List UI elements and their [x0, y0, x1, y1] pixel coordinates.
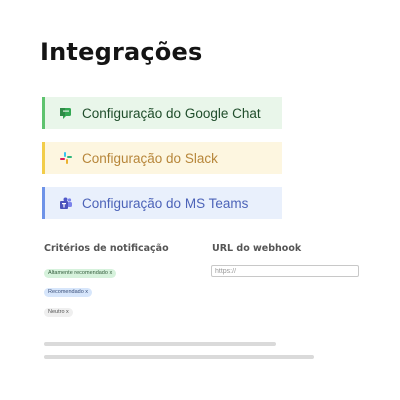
google-chat-config-label: Configuração do Google Chat	[82, 105, 261, 121]
webhook-url-label: URL do webhook	[212, 243, 302, 254]
google-chat-config-button[interactable]: Configuração do Google Chat	[42, 97, 282, 129]
ms-teams-icon	[59, 196, 73, 210]
slack-config-label: Configuração do Slack	[82, 150, 218, 166]
criteria-chip-highly-recommended[interactable]: Altamente recomendado x	[44, 269, 117, 278]
ms-teams-config-label: Configuração do MS Teams	[82, 195, 249, 211]
criteria-chip-recommended[interactable]: Recomendado x	[44, 288, 93, 297]
slack-config-button[interactable]: Configuração do Slack	[42, 142, 282, 174]
webhook-url-input[interactable]	[211, 265, 359, 277]
google-chat-icon	[59, 106, 73, 120]
notification-criteria-label: Critérios de notificação	[44, 243, 169, 254]
page-title: Integrações	[40, 38, 203, 66]
skeleton-placeholder-line	[44, 342, 276, 346]
criteria-chip-neutral[interactable]: Neutro x	[44, 308, 73, 317]
ms-teams-config-button[interactable]: Configuração do MS Teams	[42, 187, 282, 219]
slack-icon	[59, 151, 73, 165]
skeleton-placeholder-line	[44, 355, 314, 359]
